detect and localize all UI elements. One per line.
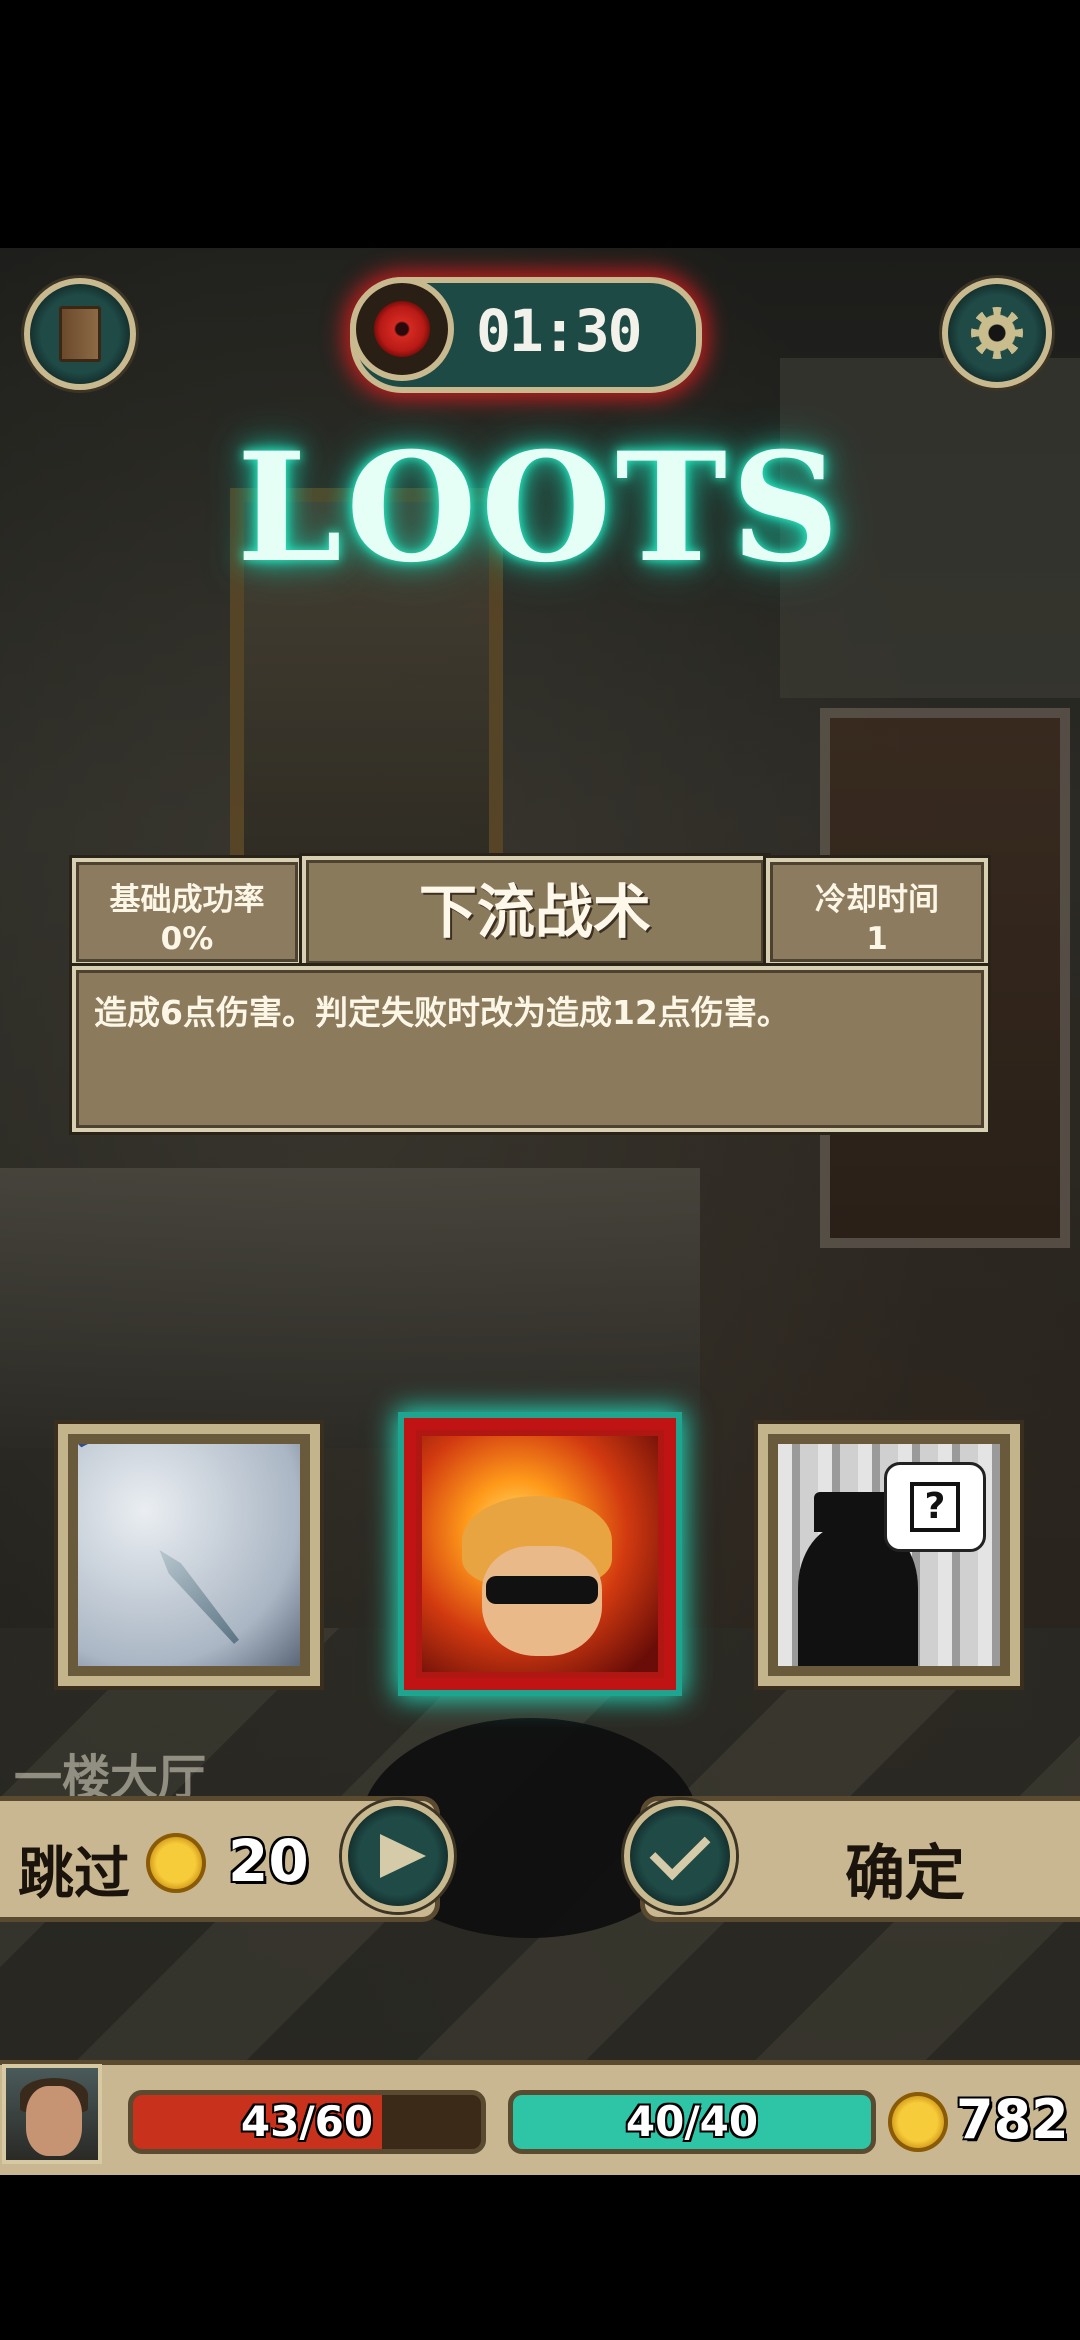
journal-button[interactable] bbox=[24, 278, 136, 390]
base-success-box: 基础成功率 0% bbox=[72, 858, 302, 966]
cooldown-value: 1 bbox=[866, 921, 888, 957]
skip-button[interactable] bbox=[342, 1800, 454, 1912]
gold-amount: 782 bbox=[956, 2088, 1069, 2151]
page-title: LOOTS bbox=[236, 420, 844, 596]
health-bar: 43/60 bbox=[128, 2090, 486, 2154]
cooldown-label: 冷却时间 bbox=[815, 882, 939, 918]
skill-info-panel: 基础成功率 0% 下流战术 冷却时间 1 造成6点伤害。判定失败时改为造成12点… bbox=[72, 856, 988, 1132]
loot-card-mystery[interactable]: ? bbox=[758, 1424, 1020, 1686]
clock-hand-art bbox=[78, 1444, 300, 1666]
gear-icon bbox=[971, 307, 1023, 359]
confirm-label: 确定 bbox=[845, 1839, 965, 1909]
speech-bubble: ? bbox=[884, 1462, 986, 1552]
sanity-text: 40/40 bbox=[625, 2097, 759, 2146]
clock-rim bbox=[78, 1444, 300, 1550]
coin-icon bbox=[888, 2092, 948, 2152]
background-fireplace bbox=[0, 1168, 700, 1448]
avatar-face bbox=[26, 2086, 82, 2156]
skill-name-box: 下流战术 bbox=[302, 856, 768, 968]
coin-icon bbox=[146, 1833, 206, 1893]
book-icon bbox=[59, 306, 101, 362]
skip-label: 跳过 bbox=[18, 1842, 130, 1907]
eye-pupil bbox=[374, 301, 430, 357]
timer-text: 01:30 bbox=[476, 297, 643, 365]
confirm-button[interactable] bbox=[624, 1800, 736, 1912]
eye-icon bbox=[350, 277, 454, 381]
loot-card-dirty-tactics-selected[interactable] bbox=[404, 1418, 676, 1690]
countdown-timer: 01:30 bbox=[350, 277, 702, 393]
question-mark-icon: ? bbox=[910, 1482, 960, 1532]
skill-description-box: 造成6点伤害。判定失败时改为造成12点伤害。 bbox=[72, 966, 988, 1132]
settings-button[interactable] bbox=[942, 278, 1052, 388]
skip-cost: 20 bbox=[228, 1827, 309, 1895]
base-success-value: 0% bbox=[160, 921, 214, 957]
sunglasses-icon bbox=[486, 1576, 598, 1604]
dirty-tactics-art bbox=[422, 1436, 658, 1672]
cooldown-box: 冷却时间 1 bbox=[766, 858, 988, 966]
skill-description: 造成6点伤害。判定失败时改为造成12点伤害。 bbox=[94, 993, 790, 1032]
base-success-label: 基础成功率 bbox=[109, 882, 265, 918]
mystery-art: ? bbox=[778, 1444, 1000, 1666]
loot-card-clock-hand[interactable] bbox=[58, 1424, 320, 1686]
checkmark-icon bbox=[649, 1819, 711, 1881]
sanity-bar: 40/40 bbox=[508, 2090, 876, 2154]
skill-name: 下流战术 bbox=[418, 878, 651, 946]
player-avatar[interactable] bbox=[2, 2064, 102, 2164]
arrow-right-icon bbox=[380, 1834, 426, 1878]
health-text: 43/60 bbox=[240, 2097, 374, 2146]
